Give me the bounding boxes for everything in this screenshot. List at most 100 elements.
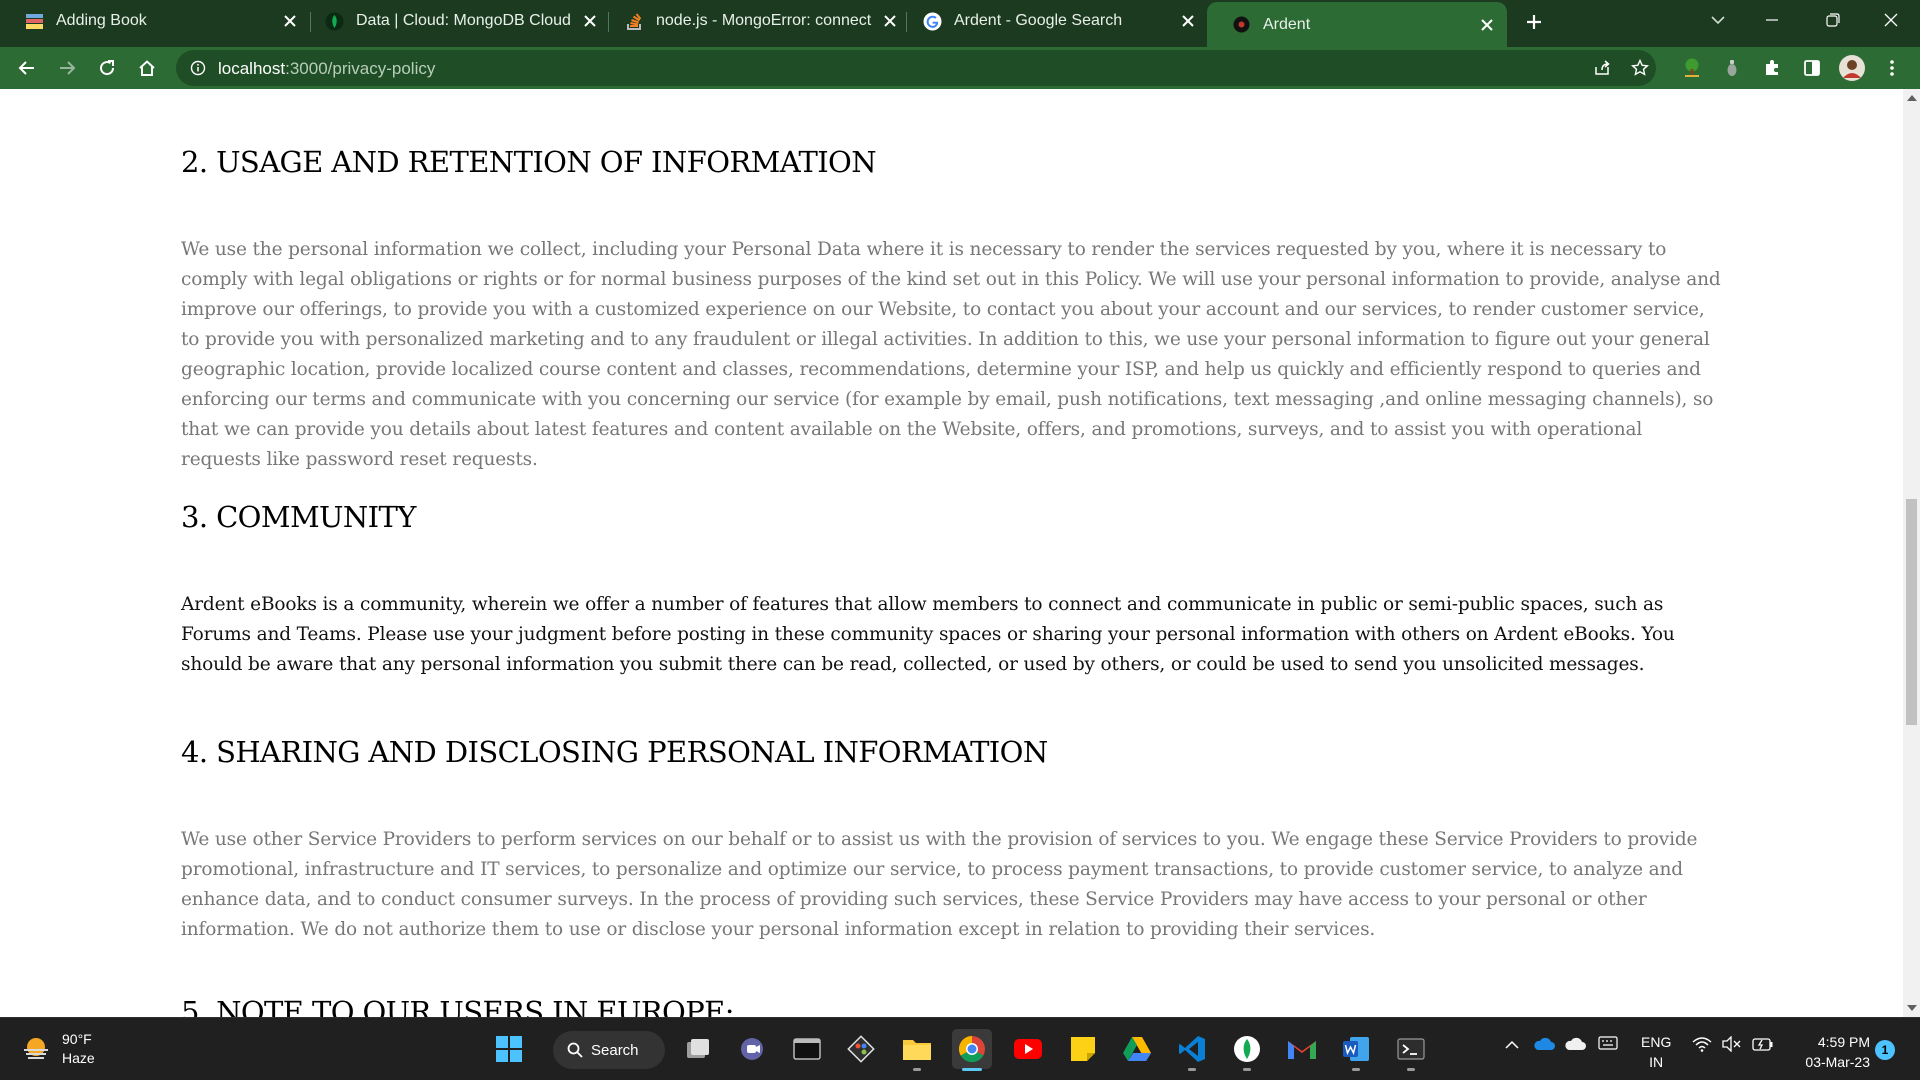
new-tab-button[interactable] xyxy=(1518,6,1550,38)
scrollbar-thumb[interactable] xyxy=(1906,499,1917,725)
git-app[interactable] xyxy=(841,1029,881,1069)
minimize-icon xyxy=(1766,19,1778,21)
tab-title: Ardent xyxy=(1263,15,1311,33)
wifi-icon[interactable] xyxy=(1692,1036,1712,1052)
keyboard-icon[interactable] xyxy=(1598,1036,1618,1050)
task-view-icon xyxy=(687,1039,709,1058)
stackoverflow-icon xyxy=(625,12,644,31)
running-indicator xyxy=(1407,1068,1415,1071)
running-indicator xyxy=(1352,1068,1360,1071)
weather-text: 90°F Haze xyxy=(62,1030,95,1068)
gmail-app[interactable] xyxy=(1282,1029,1322,1069)
mongodb-compass-app[interactable] xyxy=(1227,1029,1267,1071)
section-heading: 5. NOTE TO OUR USERS IN EUROPE: xyxy=(181,995,734,1017)
notification-badge[interactable]: 1 xyxy=(1875,1040,1895,1060)
section-body: We use other Service Providers to perfor… xyxy=(181,829,1698,940)
tab-title: Data | Cloud: MongoDB Cloud xyxy=(356,12,571,29)
tab-title: Ardent - Google Search xyxy=(954,12,1123,29)
taskbar-search[interactable]: Search xyxy=(553,1031,665,1069)
close-tab-icon[interactable] xyxy=(1475,13,1499,37)
book-stack-icon xyxy=(25,12,44,31)
url-text: localhost:3000/privacy-policy xyxy=(218,59,435,79)
console-icon xyxy=(793,1038,821,1060)
sticky-notes-app[interactable] xyxy=(1063,1029,1103,1069)
start-button[interactable] xyxy=(489,1029,529,1069)
onedrive-blue-icon[interactable] xyxy=(1533,1036,1555,1052)
vscode-icon xyxy=(1179,1036,1205,1062)
browser-tabstrip: Adding Book Data | Cloud: MongoDB Cloud … xyxy=(0,0,1920,47)
file-explorer-app[interactable] xyxy=(897,1029,937,1071)
restore-icon xyxy=(1826,13,1840,27)
restore-button[interactable] xyxy=(1810,0,1856,40)
google-drive-app[interactable] xyxy=(1117,1029,1157,1069)
close-icon xyxy=(1884,13,1898,27)
windows-taskbar: 90°F Haze Search ENG IN 4:59 PM 03-Mar-2… xyxy=(0,1017,1920,1080)
running-indicator xyxy=(913,1068,921,1071)
puzzle-extensions-icon[interactable] xyxy=(1756,52,1788,84)
youtube-icon xyxy=(1014,1039,1042,1059)
word-app[interactable] xyxy=(1336,1029,1376,1071)
tab-google-search[interactable]: Ardent - Google Search xyxy=(898,0,1208,42)
haze-sun-icon xyxy=(24,1038,48,1059)
running-indicator xyxy=(1188,1068,1196,1071)
tab-adding-book[interactable]: Adding Book xyxy=(0,0,310,42)
onedrive-white-icon[interactable] xyxy=(1564,1036,1586,1052)
more-vertical-icon xyxy=(1890,60,1894,76)
back-button[interactable] xyxy=(11,52,43,84)
section-heading: 3. COMMUNITY xyxy=(181,500,416,534)
tab-search-button[interactable] xyxy=(1695,0,1741,40)
page-scrollbar[interactable] xyxy=(1903,89,1920,1017)
bookmark-star-icon[interactable] xyxy=(1626,54,1654,82)
volume-muted-icon[interactable] xyxy=(1722,1036,1742,1052)
tab-ardent[interactable]: Ardent xyxy=(1207,2,1507,47)
weather-widget[interactable]: 90°F Haze xyxy=(20,1030,95,1068)
info-icon[interactable] xyxy=(184,54,212,82)
folder-icon xyxy=(903,1040,931,1060)
close-window-button[interactable] xyxy=(1868,0,1914,40)
windows-terminal-app[interactable] xyxy=(1391,1029,1431,1071)
chrome-app[interactable] xyxy=(952,1029,992,1071)
close-tab-icon[interactable] xyxy=(278,9,302,33)
youtube-app[interactable] xyxy=(1008,1029,1048,1069)
chevron-down-icon xyxy=(1711,16,1725,25)
clock-date: 03-Mar-23 xyxy=(1805,1054,1870,1070)
plus-icon xyxy=(1527,15,1541,29)
tab-stackoverflow[interactable]: node.js - MongoError: connect EC xyxy=(600,0,910,42)
home-button[interactable] xyxy=(131,52,163,84)
vscode-app[interactable] xyxy=(1172,1029,1212,1071)
scroll-up-arrow-icon[interactable] xyxy=(1907,95,1917,101)
chrome-icon xyxy=(958,1035,985,1063)
share-icon[interactable] xyxy=(1588,54,1616,82)
tab-title: node.js - MongoError: connect EC xyxy=(656,12,872,29)
close-tab-icon[interactable] xyxy=(578,9,602,33)
system-clock[interactable]: 4:59 PM 03-Mar-23 xyxy=(1790,1032,1870,1072)
reload-button[interactable] xyxy=(91,52,123,84)
profile-avatar[interactable] xyxy=(1836,52,1868,84)
google-icon xyxy=(923,12,942,31)
ardent-logo-icon xyxy=(1232,15,1251,34)
tab-mongodb-cloud[interactable]: Data | Cloud: MongoDB Cloud xyxy=(300,0,610,42)
battery-icon[interactable] xyxy=(1752,1036,1774,1052)
scroll-down-arrow-icon[interactable] xyxy=(1907,1005,1917,1011)
task-view-button[interactable] xyxy=(678,1029,718,1069)
show-hidden-icons-button[interactable] xyxy=(1505,1040,1519,1050)
side-panel-icon[interactable] xyxy=(1796,52,1828,84)
gmail-icon xyxy=(1288,1041,1316,1059)
terminal-icon xyxy=(1397,1038,1425,1060)
minimize-button[interactable] xyxy=(1749,0,1795,40)
close-tab-icon[interactable] xyxy=(1176,9,1200,33)
arrow-right-icon xyxy=(60,61,76,75)
input-language[interactable]: ENG IN xyxy=(1641,1032,1671,1072)
menu-button[interactable] xyxy=(1876,52,1908,84)
extension-icon[interactable] xyxy=(1716,52,1748,84)
tree-extension-icon[interactable] xyxy=(1676,52,1708,84)
section-body: We use the personal information we colle… xyxy=(181,239,1721,470)
teams-chat-button[interactable] xyxy=(733,1029,773,1069)
chat-icon xyxy=(741,1038,763,1060)
section-body: Ardent eBooks is a community, wherein we… xyxy=(181,594,1675,675)
address-bar[interactable]: localhost:3000/privacy-policy xyxy=(176,50,1656,86)
terminal-app[interactable] xyxy=(787,1029,827,1069)
running-indicator xyxy=(1243,1068,1251,1071)
mongodb-leaf-icon xyxy=(1234,1036,1260,1062)
forward-button[interactable] xyxy=(51,52,83,84)
